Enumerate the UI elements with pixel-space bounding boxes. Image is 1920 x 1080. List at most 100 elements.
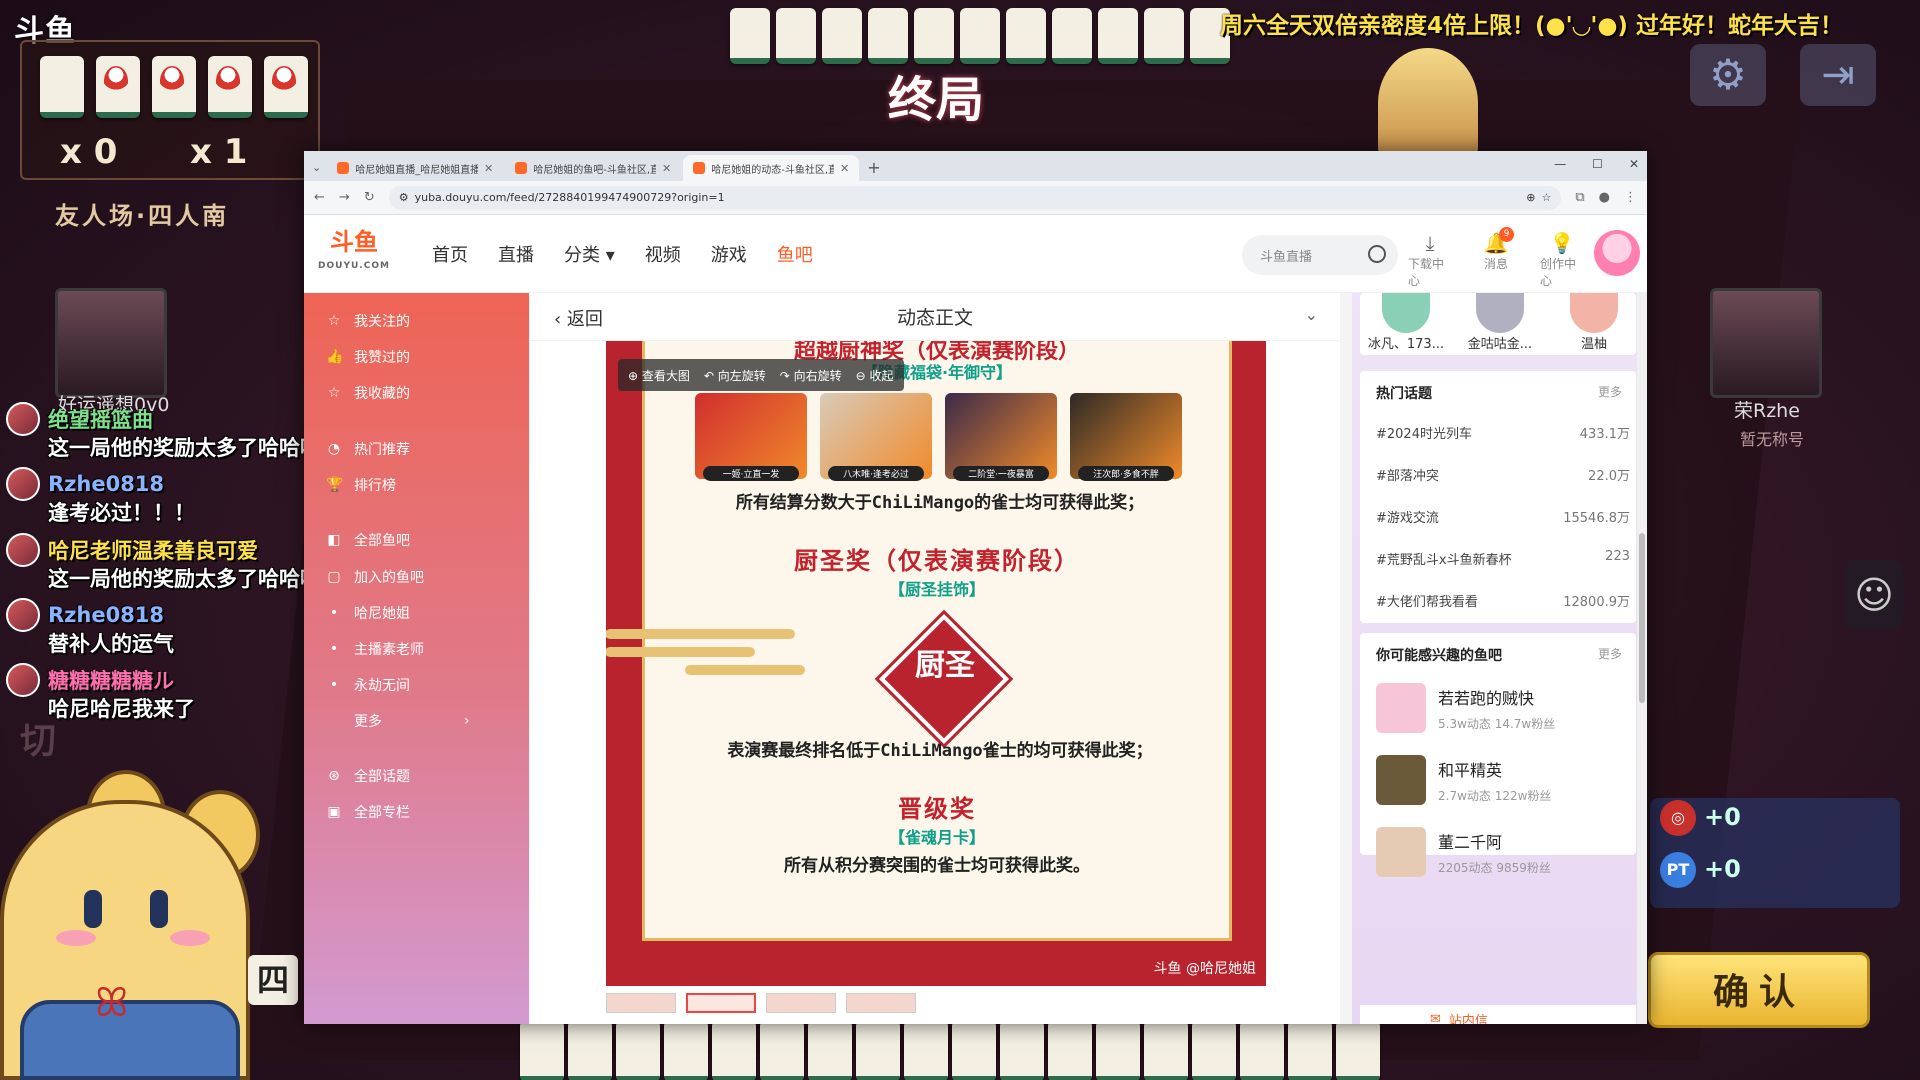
maximize-icon[interactable]: ☐ (1592, 157, 1603, 171)
chat-username: 哈尼老师温柔善良可爱 (48, 539, 258, 563)
close-tab-icon[interactable]: ✕ (484, 162, 493, 175)
sidebar-item[interactable]: ☆ 我收藏的 (326, 383, 410, 403)
toolbar-rotate-right-button[interactable]: ↷ 向右旋转 (780, 367, 842, 384)
nav-4[interactable]: 游戏 (711, 241, 747, 267)
sidebar-item[interactable]: ⊛ 全部话题 (326, 766, 410, 786)
site-info-icon[interactable]: ⚙ (399, 191, 409, 204)
followed-user[interactable]: 金咕咕金... (1460, 293, 1540, 352)
sidebar-item-label: 排行榜 (354, 478, 396, 494)
minimize-icon[interactable]: — (1554, 157, 1566, 171)
award3-sub: 【雀魂月卡】 (888, 828, 985, 847)
browser-tab[interactable]: 哈尼她姐的动态-斗鱼社区,直播 ✕ (683, 155, 860, 181)
reload-icon[interactable]: ↻ (364, 190, 375, 205)
fishbar-item[interactable]: 董二千阿 2205动态 9859粉丝 (1376, 827, 1551, 877)
hot-topics-card: 热门话题 更多 #2024时光列车 433.1万 #部落冲突 22.0万 #游戏交流 15… (1360, 371, 1636, 652)
interest-title: 你可能感兴趣的鱼吧 (1376, 648, 1502, 664)
sidebar-icon: ☆ (327, 313, 341, 329)
exit-icon[interactable]: ⇥ (1800, 44, 1876, 106)
close-window-icon[interactable]: ✕ (1629, 157, 1639, 171)
sidebar-item[interactable]: • 主播素老师 (326, 639, 424, 659)
thumbnail-selected[interactable] (686, 993, 756, 1013)
inbox-button[interactable]: ✉ 站内信 (1360, 1005, 1636, 1024)
profile-icon[interactable]: ● (1599, 190, 1610, 205)
user-avatar[interactable] (1594, 230, 1640, 276)
sidebar-item-label: 我赞过的 (354, 350, 410, 366)
browser-tab[interactable]: 哈尼她姐的鱼吧-斗鱼社区,直播 ✕ (505, 155, 681, 181)
sidebar-item[interactable]: ▣ 全部专栏 (326, 802, 410, 822)
sidebar-item[interactable]: 👍 我赞过的 (326, 347, 410, 367)
bookmark-star-icon[interactable]: ☆ (1541, 191, 1551, 204)
browser-tab[interactable]: 哈尼她姐直播_哈尼她姐直播_斗 ✕ (327, 155, 503, 181)
interest-more[interactable]: 更多 (1598, 645, 1622, 662)
confirm-button[interactable]: 确认 (1648, 952, 1870, 1028)
thumbnail[interactable] (846, 993, 916, 1013)
post-image[interactable]: 超越厨神奖（仅表演赛阶段） 【隐藏福袋·年御守】 一姬·立直一发 八木唯·逢考必过… (606, 341, 1266, 986)
new-tab-icon[interactable]: + (867, 158, 880, 177)
header-icon-2[interactable]: 💡 创作中心 (1540, 231, 1584, 289)
toolbar-rotate-left-button[interactable]: ↶ 向左旋转 (704, 367, 766, 384)
header-icon-1[interactable]: 🔔 消息 9 (1474, 227, 1518, 289)
fishbar-item[interactable]: 若若跑的贼快 5.3w动态 14.7w粉丝 (1376, 683, 1555, 733)
nav-1[interactable]: 直播 (498, 241, 534, 267)
prize-item: 二阶堂·一夜暴富 (945, 393, 1057, 481)
topic-row[interactable]: #2024时光列车 433.1万 (1376, 423, 1630, 442)
topic-row[interactable]: #部落冲突 22.0万 (1376, 465, 1630, 484)
close-tab-icon[interactable]: ✕ (840, 162, 849, 175)
header-icon-0[interactable]: ⤓ 下载中心 (1408, 231, 1452, 289)
nav-5[interactable]: 鱼吧 (777, 241, 813, 267)
back-button[interactable]: ‹ 返回 (554, 305, 603, 331)
followed-user[interactable]: 温柚 (1554, 293, 1634, 352)
followed-user[interactable]: 冰凡、173... (1366, 293, 1446, 352)
topic-row[interactable]: #大佬们帮我看看 12800.9万 (1376, 591, 1630, 610)
toolbar-collapse-button[interactable]: ⊖ 收起 (856, 367, 894, 384)
sidebar-item[interactable]: ◔ 热门推荐 (326, 439, 410, 459)
sidebar-item[interactable]: 更多 › (326, 711, 470, 731)
topic-row[interactable]: #荒野乱斗x斗鱼新春杯 223 (1376, 549, 1630, 568)
thumbnail[interactable] (606, 993, 676, 1013)
fishbar-avatar (1376, 683, 1426, 733)
sidebar-item[interactable]: 🏆 排行榜 (326, 475, 396, 495)
search-icon[interactable] (1368, 245, 1386, 263)
sidebar-item[interactable]: • 哈尼她姐 (326, 603, 410, 623)
douyu-logo[interactable]: 斗鱼 DOUYU.COM (306, 230, 402, 278)
tab-list-icon[interactable]: ⌄ (312, 161, 321, 174)
chevron-right-icon[interactable]: › (464, 713, 470, 729)
search-input[interactable]: 斗鱼直播 (1242, 235, 1398, 275)
toolbar-zoom-in-button[interactable]: ⊕ 查看大图 (628, 367, 690, 384)
zoom-icon[interactable]: ⊕ (1526, 191, 1535, 204)
emote-icon[interactable]: ☺ (1845, 560, 1903, 630)
header-icon-label: 下载中心 (1408, 257, 1445, 288)
prize-label: 一姬·立直一发 (703, 466, 799, 481)
url-field[interactable]: ⚙ yuba.douyu.com/feed/272884019947490072… (388, 185, 1562, 210)
fishbar-item[interactable]: 和平精英 2.7w动态 122w粉丝 (1376, 755, 1551, 805)
nav-2[interactable]: 分类 ▾ (564, 241, 615, 267)
player-right-avatar (1710, 288, 1822, 398)
chat-message: 糖糖糖糖糖ル (6, 663, 174, 697)
close-tab-icon[interactable]: ✕ (662, 162, 671, 175)
chat-message: Rzhe0818 (6, 598, 164, 632)
sidebar-item[interactable]: ☆ 我关注的 (326, 311, 410, 331)
page-scrollbar[interactable] (1637, 293, 1647, 1024)
browser-menu-icon[interactable]: ⋮ (1624, 190, 1637, 205)
sidebar-item[interactable]: ◧ 全部鱼吧 (326, 530, 410, 550)
hot-topics-more[interactable]: 更多 (1598, 383, 1622, 400)
extensions-icon[interactable]: ⧉ (1575, 190, 1584, 205)
prize-label: 二阶堂·一夜暴富 (953, 466, 1049, 481)
nav-0[interactable]: 首页 (432, 241, 468, 267)
poster-line-1: 所有结算分数大于ChiLiMango的雀士均可获得此奖； (735, 493, 1145, 513)
rotate-right-icon: ↷ (779, 368, 794, 383)
gear-icon[interactable]: ⚙ (1690, 44, 1766, 106)
chat-username: 糖糖糖糖糖ル (48, 669, 174, 693)
back-nav-icon[interactable]: ← (314, 190, 325, 205)
tab-bar: ⌄ 哈尼她姐直播_哈尼她姐直播_斗✕哈尼她姐的鱼吧-斗鱼社区,直播✕哈尼她姐的动… (304, 151, 1647, 181)
nav-3[interactable]: 视频 (645, 241, 681, 267)
mascot-blush (170, 930, 210, 946)
topic-row[interactable]: #游戏交流 15546.8万 (1376, 507, 1630, 526)
sidebar-item[interactable]: • 永劫无间 (326, 675, 410, 695)
page-title: 动态正文 (896, 307, 973, 329)
chevron-down-icon[interactable]: ⌄ (1305, 305, 1318, 324)
thumbnail[interactable] (766, 993, 836, 1013)
sidebar-item[interactable]: ▢ 加入的鱼吧 (326, 567, 424, 587)
forward-nav-icon[interactable]: → (339, 190, 350, 205)
fishbar-stats: 2205动态 9859粉丝 (1438, 860, 1551, 875)
